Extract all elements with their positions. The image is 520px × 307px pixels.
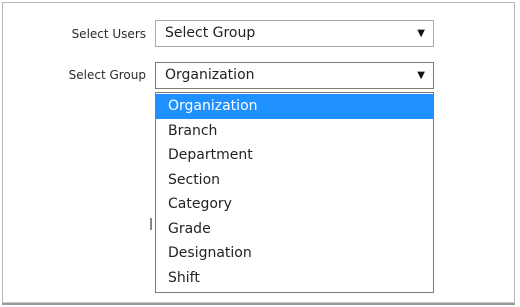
option-section[interactable]: Section [156,168,433,193]
select-group-label: Select Group [68,68,146,82]
option-grade[interactable]: Grade [156,217,433,242]
option-branch[interactable]: Branch [156,119,433,144]
panel-bottom-border [2,303,515,305]
option-category[interactable]: Category [156,192,433,217]
option-shift[interactable]: Shift [156,266,433,291]
option-designation[interactable]: Designation [156,241,433,266]
select-users-value: Select Group [165,25,256,41]
select-users-label: Select Users [71,27,146,41]
select-group-options-list[interactable]: Organization Branch Department Section C… [155,92,434,293]
option-organization[interactable]: Organization [156,94,433,119]
select-users-dropdown[interactable]: Select Group ▼ [155,20,434,47]
chevron-down-icon: ▼ [417,28,425,39]
select-group-dropdown[interactable]: Organization ▼ [155,62,434,89]
option-department[interactable]: Department [156,143,433,168]
chevron-down-icon: ▼ [417,70,425,81]
select-group-value: Organization [165,67,255,83]
